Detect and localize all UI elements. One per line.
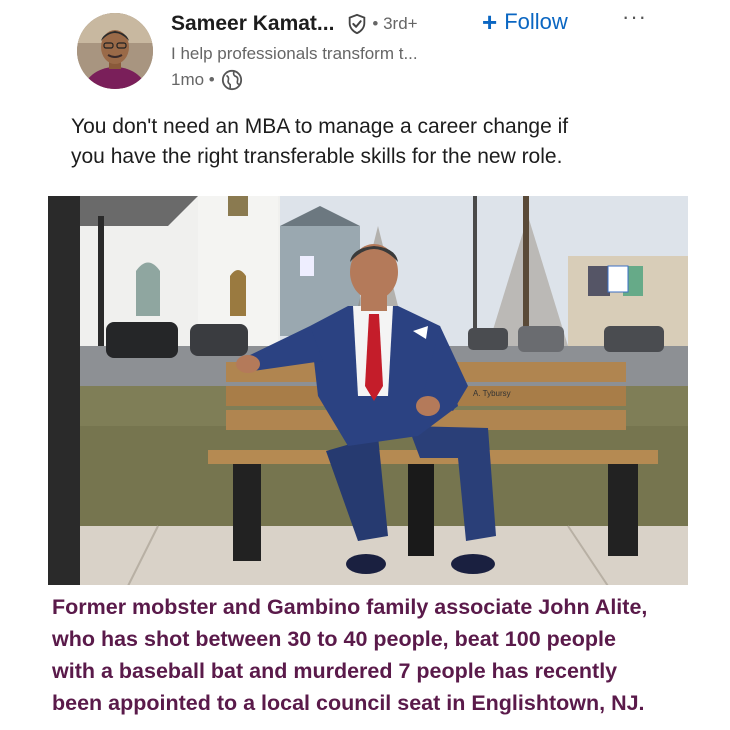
caption-line: with a baseball bat and murdered 7 peopl… [52,659,618,683]
bench-plaque-text: A. Tybursy [473,389,511,398]
shield-check-icon [346,13,368,35]
caption-line: who has shot between 30 to 40 people, be… [52,627,616,651]
author-avatar[interactable] [77,13,153,89]
author-headline: I help professionals transform t... [171,44,418,63]
follow-button[interactable]: + Follow [482,9,568,35]
post-text-line: you have the right transferable skills f… [71,145,563,168]
post-meta: 1mo • [171,69,243,91]
post-time: 1mo • [171,70,215,89]
plus-icon: + [482,7,498,37]
post-image[interactable]: A. Tybursy [48,196,688,586]
author-name-row: Sameer Kamat... • 3rd+ [171,12,418,36]
author-name[interactable]: Sameer Kamat... [171,12,334,36]
connection-degree: • 3rd+ [372,14,418,33]
caption-line: Former mobster and Gambino family associ… [52,595,648,619]
post-text-line: You don't need an MBA to manage a career… [71,115,569,138]
post-text: You don't need an MBA to manage a career… [71,112,671,172]
caption-line: been appointed to a local council seat i… [52,691,645,715]
globe-icon [221,69,243,91]
more-options-button[interactable]: ··· [622,4,647,30]
avatar-photo [77,13,153,89]
post-photo: A. Tybursy [48,196,688,586]
image-caption: Former mobster and Gambino family associ… [44,585,696,723]
follow-label: Follow [504,9,568,34]
